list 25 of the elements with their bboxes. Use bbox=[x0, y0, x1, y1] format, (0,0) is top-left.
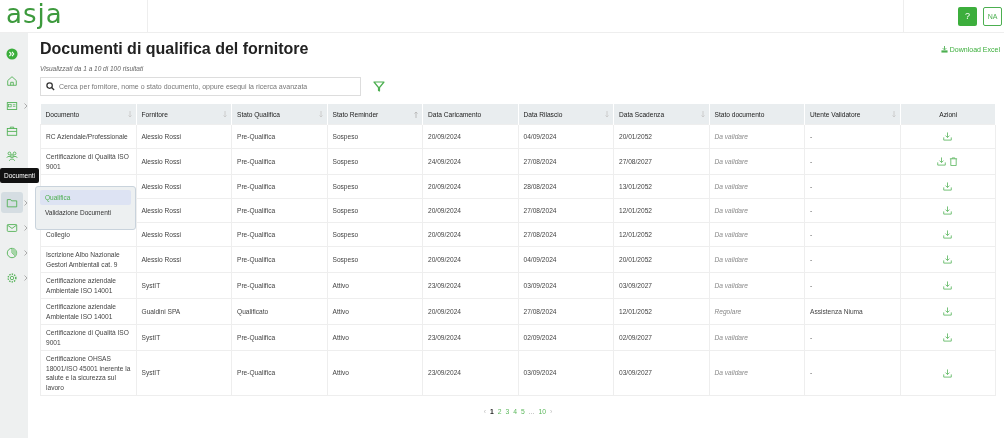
download-icon[interactable] bbox=[943, 182, 953, 192]
trash-icon[interactable] bbox=[949, 157, 959, 167]
mail-icon bbox=[6, 221, 18, 234]
download-icon[interactable] bbox=[943, 307, 953, 317]
pie-chart-icon bbox=[6, 246, 18, 259]
folder-icon bbox=[6, 196, 18, 209]
people-icon bbox=[6, 149, 18, 162]
download-icon[interactable] bbox=[937, 157, 947, 167]
home-icon bbox=[6, 74, 18, 87]
id-card-icon bbox=[6, 99, 18, 112]
briefcase-icon bbox=[6, 124, 18, 137]
filter-icon[interactable] bbox=[373, 81, 385, 92]
help-button[interactable]: ? bbox=[958, 6, 977, 26]
download-icon[interactable] bbox=[943, 333, 953, 343]
download-icon[interactable] bbox=[943, 281, 953, 291]
logo: asja bbox=[6, 0, 63, 28]
download-icon[interactable] bbox=[943, 368, 953, 378]
download-icon[interactable] bbox=[943, 255, 953, 265]
download-icon bbox=[940, 45, 948, 53]
settings-icon bbox=[6, 271, 18, 284]
download-icon[interactable] bbox=[943, 132, 953, 142]
download-icon[interactable] bbox=[943, 206, 953, 216]
download-icon[interactable] bbox=[943, 230, 953, 240]
expand-icon bbox=[6, 47, 18, 60]
page-title: Documenti di qualifica del fornitore bbox=[40, 40, 309, 58]
